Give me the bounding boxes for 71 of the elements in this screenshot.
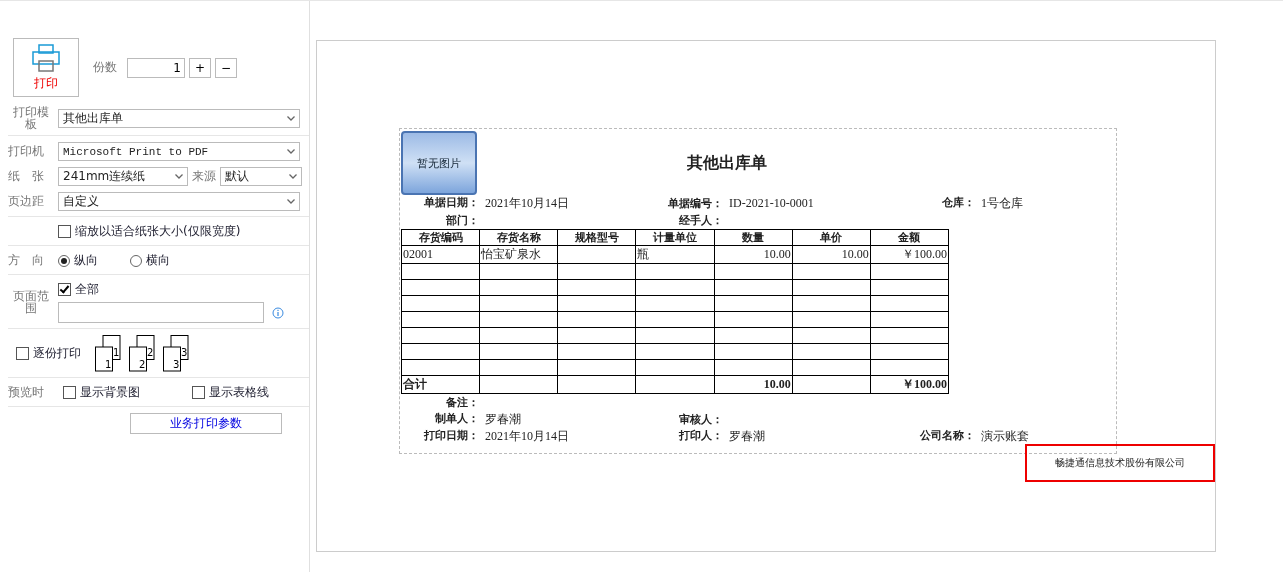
table-cell: ￥100.00 [870, 245, 949, 264]
orientation-radio[interactable]: 横向 [130, 252, 170, 269]
table-cell: 10.00 [714, 245, 793, 264]
info-icon [272, 306, 284, 319]
fit-width-checkbox[interactable]: 缩放以适合纸张大小(仅限宽度) [58, 223, 241, 240]
company-note: 畅捷通信息技术股份有限公司 [1025, 444, 1215, 482]
field-value: ID-2021-10-0001 [728, 196, 814, 211]
page-range-field[interactable] [58, 302, 264, 323]
total-cell: 合计 [401, 375, 480, 394]
field-value: 罗春潮 [484, 411, 521, 428]
printer-icon [31, 43, 61, 73]
orientation-radio[interactable]: 纵向 [58, 252, 98, 269]
margin-select[interactable]: 自定义 [58, 192, 300, 211]
template-select[interactable]: 其他出库单 [58, 108, 300, 128]
field-value: 罗春潮 [728, 428, 765, 445]
column-header: 数量 [714, 229, 793, 246]
table-cell: 怡宝矿泉水 [479, 245, 558, 264]
chevron-down-icon [287, 115, 295, 121]
preview-option-checkbox[interactable]: 显示表格线 [192, 384, 269, 401]
field-label: 打印人： [678, 428, 723, 444]
increment-button[interactable]: + [189, 57, 211, 78]
decrement-button[interactable]: − [215, 57, 237, 78]
all-pages-checkbox[interactable]: 全部 [58, 281, 284, 298]
total-cell: ￥100.00 [870, 375, 949, 394]
paper-select[interactable]: 241mm连续纸 [58, 167, 188, 186]
column-header: 规格型号 [557, 229, 636, 246]
field-label: 审核人： [678, 412, 723, 427]
field-value: 演示账套 [980, 428, 1029, 445]
table-cell: 02001 [401, 245, 480, 264]
copies-label: 份数 [93, 59, 117, 76]
printer-label: 打印机 [8, 143, 45, 160]
print-button[interactable]: 打印 [13, 38, 79, 97]
field-label: 备注： [445, 395, 479, 410]
chevron-down-icon [175, 174, 183, 179]
field-label: 打印日期： [423, 428, 479, 444]
total-cell: 10.00 [714, 375, 793, 394]
source-label: 来源 [192, 168, 216, 185]
column-header: 计量单位 [635, 229, 715, 246]
preview-option-checkbox[interactable]: 显示背景图 [63, 384, 140, 401]
orientation-label: 方 向 [8, 252, 45, 269]
field-label: 公司名称： [919, 428, 975, 444]
chevron-down-icon [289, 174, 297, 179]
field-value: 2021年10月14日 [484, 428, 569, 445]
page-range-label: 页面范围 [12, 290, 50, 314]
field-value: 1号仓库 [980, 195, 1023, 212]
column-header: 单价 [792, 229, 871, 246]
field-label: 单据日期： [423, 195, 479, 211]
source-select[interactable]: 默认 [220, 167, 302, 186]
column-header: 存货名称 [479, 229, 558, 246]
chevron-down-icon [287, 199, 295, 204]
field-label: 经手人： [678, 213, 723, 228]
field-label: 部门： [445, 213, 479, 228]
paper-label: 纸 张 [8, 168, 45, 185]
chevron-down-icon [287, 149, 295, 154]
table-cell: 瓶 [635, 245, 715, 264]
printer-select[interactable]: Microsoft Print to PDF [58, 142, 300, 161]
margin-label: 页边距 [8, 193, 45, 210]
table-cell: 10.00 [792, 245, 871, 264]
document-title: 其他出库单 [685, 152, 768, 173]
preview-label: 预览时 [8, 384, 45, 401]
print-parameters-button[interactable]: 业务打印参数 [130, 413, 282, 434]
column-header: 金额 [870, 229, 949, 246]
column-header: 存货编码 [401, 229, 480, 246]
collate-checkbox[interactable]: 逐份打印 [16, 345, 81, 362]
copies-field[interactable]: 1 [127, 57, 185, 78]
field-label: 制单人： [434, 411, 479, 427]
image-placeholder-text: 暂无图片 [417, 155, 461, 171]
field-value: 2021年10月14日 [484, 195, 569, 212]
template-label: 打印模板 [12, 106, 50, 130]
field-label: 单据编号： [667, 196, 723, 211]
field-label: 仓库： [941, 195, 975, 211]
